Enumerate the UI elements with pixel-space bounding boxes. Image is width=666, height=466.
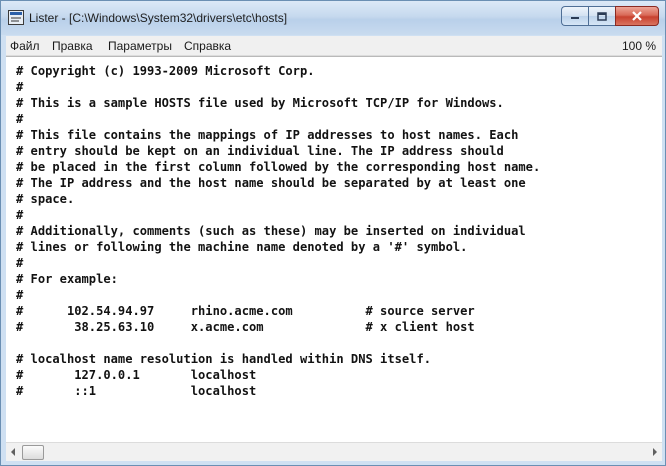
menu-item-edit[interactable]: Правка (52, 39, 93, 53)
minimize-button[interactable] (561, 6, 588, 26)
maximize-icon (597, 11, 607, 21)
menu-bar: Файл Правка Параметры Справка 100 % (6, 36, 662, 56)
close-button[interactable] (615, 6, 659, 26)
scroll-left-icon[interactable] (11, 448, 15, 456)
menu-item-options[interactable]: Параметры (108, 39, 172, 53)
lister-window: Lister - [C:\Windows\System32\drivers\et… (0, 0, 666, 466)
menu-item-help[interactable]: Справка (184, 39, 231, 53)
text-content-area[interactable]: # Copyright (c) 1993-2009 Microsoft Corp… (6, 56, 662, 442)
window-title: Lister - [C:\Windows\System32\drivers\et… (29, 11, 288, 25)
menu-item-file[interactable]: Файл (10, 39, 40, 53)
window-controls (561, 6, 659, 26)
maximize-button[interactable] (588, 6, 615, 26)
zoom-level: 100 % (621, 39, 656, 53)
minimize-icon (571, 17, 579, 19)
title-bar[interactable]: Lister - [C:\Windows\System32\drivers\et… (1, 1, 665, 35)
scroll-right-icon[interactable] (653, 448, 657, 456)
file-text: # Copyright (c) 1993-2009 Microsoft Corp… (16, 64, 541, 398)
close-icon (632, 11, 642, 21)
scroll-thumb[interactable] (22, 445, 44, 460)
lister-app-icon (8, 10, 24, 25)
horizontal-scrollbar[interactable] (6, 442, 662, 461)
